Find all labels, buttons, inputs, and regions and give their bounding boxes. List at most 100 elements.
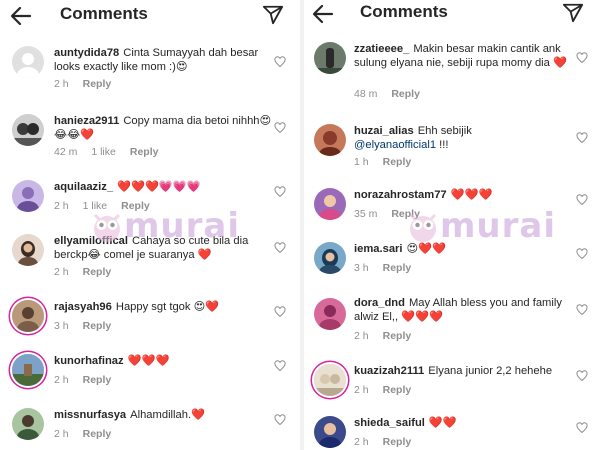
comment-username[interactable]: missnurfasya bbox=[54, 409, 126, 421]
reply-button[interactable]: Reply bbox=[130, 146, 159, 158]
avatar[interactable] bbox=[314, 42, 346, 74]
comment-time: 3 h bbox=[54, 320, 69, 332]
share-icon[interactable] bbox=[562, 2, 584, 24]
comment-username[interactable]: kunorhafinaz bbox=[54, 355, 124, 367]
comment-time: 2 h bbox=[54, 428, 69, 440]
comment-text: kuazizah2111 Elyana junior 2,2 hehehe bbox=[354, 364, 574, 378]
comment-username[interactable]: huzai_alias bbox=[354, 125, 414, 137]
back-arrow-icon[interactable] bbox=[310, 2, 336, 26]
comment-body: ❤️❤️❤️ bbox=[127, 355, 170, 367]
avatar[interactable] bbox=[314, 124, 346, 156]
comment-text: rajasyah96 Happy sgt tgok 😍❤️ bbox=[54, 300, 274, 314]
like-heart-icon[interactable] bbox=[274, 242, 286, 254]
top-bar: Comments bbox=[304, 0, 600, 34]
avatar[interactable] bbox=[314, 364, 346, 396]
comment-text: missnurfasya Alhamdillah.❤️ bbox=[54, 408, 274, 422]
comment-item: kuazizah2111 Elyana junior 2,2 hehehe 2 h… bbox=[304, 360, 600, 404]
avatar[interactable] bbox=[314, 416, 346, 448]
comment-text: ellyamiloffical Cahaya so cute bila dia b… bbox=[54, 234, 274, 262]
comment-item: kunorhafinaz ❤️❤️❤️ 2 h Reply bbox=[0, 350, 300, 394]
avatar[interactable] bbox=[314, 298, 346, 330]
avatar[interactable] bbox=[314, 188, 346, 220]
comment-meta: 3 h Reply bbox=[54, 320, 125, 332]
like-heart-icon[interactable] bbox=[576, 248, 588, 260]
comment-meta: 3 h Reply bbox=[354, 262, 425, 274]
comment-body: ❤️❤️❤️ bbox=[450, 189, 493, 201]
comment-item: rajasyah96 Happy sgt tgok 😍❤️ 3 h Reply bbox=[0, 296, 300, 340]
comment-username[interactable]: norazahrostam77 bbox=[354, 189, 447, 201]
comment-body: Alhamdillah.❤️ bbox=[130, 409, 206, 421]
comment-username[interactable]: rajasyah96 bbox=[54, 301, 112, 313]
comment-username[interactable]: zzatieeee_ bbox=[354, 43, 409, 55]
comment-time: 2 h bbox=[54, 374, 69, 386]
mention-link[interactable]: @elyanaofficial1 bbox=[354, 139, 436, 151]
back-arrow-icon[interactable] bbox=[8, 4, 34, 28]
reply-button[interactable]: Reply bbox=[83, 428, 112, 440]
comment-username[interactable]: kuazizah2111 bbox=[354, 365, 424, 377]
avatar[interactable] bbox=[12, 46, 44, 78]
like-heart-icon[interactable] bbox=[274, 186, 286, 198]
comment-meta: 1 h Reply bbox=[354, 156, 425, 168]
comment-username[interactable]: iema.sari bbox=[354, 243, 403, 255]
comment-body: ❤️❤️ bbox=[428, 417, 457, 429]
share-icon[interactable] bbox=[262, 4, 284, 26]
reply-button[interactable]: Reply bbox=[383, 436, 412, 448]
reply-button[interactable]: Reply bbox=[383, 384, 412, 396]
comment-item: hanieza2911 Copy mama dia betoi nihhh😍😂😂❤… bbox=[0, 108, 300, 162]
comment-username[interactable]: auntydida78 bbox=[54, 47, 119, 59]
comment-item: ellyamiloffical Cahaya so cute bila dia b… bbox=[0, 228, 300, 284]
like-heart-icon[interactable] bbox=[274, 360, 286, 372]
comment-time: 2 h bbox=[54, 200, 69, 212]
avatar[interactable] bbox=[12, 354, 44, 386]
comment-username[interactable]: aquilaaziz_ bbox=[54, 181, 113, 193]
like-heart-icon[interactable] bbox=[274, 122, 286, 134]
comment-text: auntydida78 Cinta Sumayyah dah besar look… bbox=[54, 46, 274, 74]
reply-button[interactable]: Reply bbox=[83, 374, 112, 386]
comment-likes[interactable]: 1 like bbox=[83, 200, 108, 212]
comment-username[interactable]: ellyamiloffical bbox=[54, 235, 128, 247]
avatar[interactable] bbox=[314, 242, 346, 274]
avatar[interactable] bbox=[12, 408, 44, 440]
reply-button[interactable]: Reply bbox=[83, 78, 112, 90]
comment-username[interactable]: shieda_saiful bbox=[354, 417, 425, 429]
page-title: Comments bbox=[60, 4, 148, 23]
comment-text: shieda_saiful ❤️❤️ bbox=[354, 416, 574, 430]
like-heart-icon[interactable] bbox=[576, 194, 588, 206]
top-bar: Comments bbox=[0, 0, 300, 34]
comment-text: iema.sari 😍❤️❤️ bbox=[354, 242, 574, 256]
comment-body: Ehh sebijik bbox=[417, 125, 472, 137]
like-heart-icon[interactable] bbox=[274, 56, 286, 68]
reply-button[interactable]: Reply bbox=[391, 208, 420, 220]
reply-button[interactable]: Reply bbox=[383, 262, 412, 274]
reply-button[interactable]: Reply bbox=[83, 266, 112, 278]
like-heart-icon[interactable] bbox=[274, 414, 286, 426]
comment-username[interactable]: dora_dnd bbox=[354, 297, 405, 309]
reply-button[interactable]: Reply bbox=[383, 330, 412, 342]
reply-button[interactable]: Reply bbox=[121, 200, 150, 212]
comment-username[interactable]: hanieza2911 bbox=[54, 115, 119, 127]
comment-meta: 2 h Reply bbox=[354, 330, 425, 342]
comment-time: 48 m bbox=[354, 88, 378, 100]
comment-meta: 35 m Reply bbox=[354, 208, 434, 220]
comment-meta: 2 h Reply bbox=[54, 374, 125, 386]
reply-button[interactable]: Reply bbox=[391, 88, 420, 100]
reply-button[interactable]: Reply bbox=[383, 156, 412, 168]
avatar[interactable] bbox=[12, 114, 44, 146]
comment-text: hanieza2911 Copy mama dia betoi nihhh😍😂😂❤… bbox=[54, 114, 274, 142]
comment-meta: 2 h Reply bbox=[54, 428, 125, 440]
comment-time: 2 h bbox=[354, 330, 369, 342]
like-heart-icon[interactable] bbox=[576, 52, 588, 64]
like-heart-icon[interactable] bbox=[576, 132, 588, 144]
comment-meta: 2 h Reply bbox=[354, 384, 425, 396]
like-heart-icon[interactable] bbox=[576, 370, 588, 382]
comment-text: kunorhafinaz ❤️❤️❤️ bbox=[54, 354, 274, 368]
avatar[interactable] bbox=[12, 234, 44, 266]
like-heart-icon[interactable] bbox=[576, 304, 588, 316]
reply-button[interactable]: Reply bbox=[83, 320, 112, 332]
like-heart-icon[interactable] bbox=[576, 422, 588, 434]
avatar[interactable] bbox=[12, 300, 44, 332]
like-heart-icon[interactable] bbox=[274, 306, 286, 318]
comment-time: 2 h bbox=[354, 436, 369, 448]
comment-likes[interactable]: 1 like bbox=[91, 146, 116, 158]
avatar[interactable] bbox=[12, 180, 44, 212]
